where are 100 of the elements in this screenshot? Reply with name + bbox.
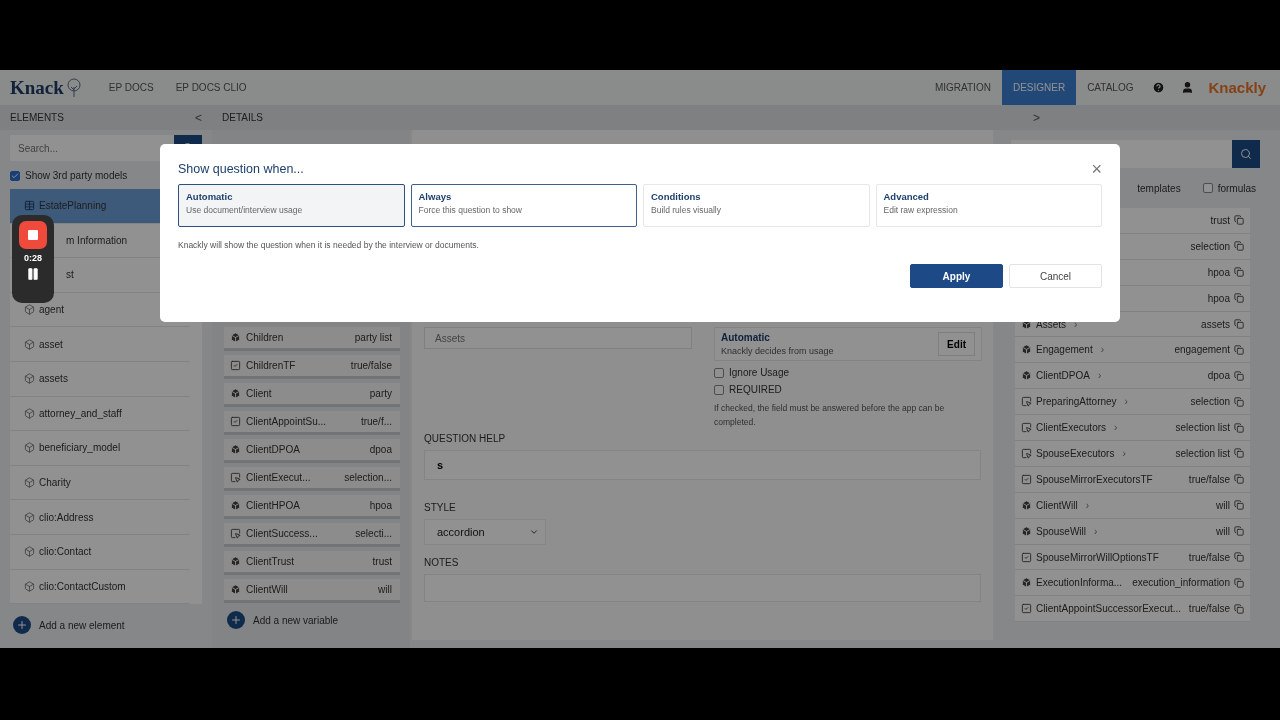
type-row[interactable]: SpouseMirrorExecutorsTF true/false xyxy=(1015,466,1250,493)
copy-icon[interactable] xyxy=(1234,552,1244,562)
type-row[interactable]: ClientWill › will xyxy=(1015,492,1250,519)
type-row[interactable]: SpouseWill › will xyxy=(1015,518,1250,545)
collapse-button[interactable]: < xyxy=(195,110,202,125)
copy-icon[interactable] xyxy=(1234,241,1244,252)
filter-checkbox[interactable]: formulas xyxy=(1202,182,1256,194)
option-card[interactable]: Conditions Build rules visually xyxy=(643,184,870,227)
nav-tab[interactable]: CATALOG xyxy=(1076,70,1145,105)
stop-button[interactable] xyxy=(19,221,47,249)
nav-tab[interactable]: DESIGNER xyxy=(1001,70,1077,105)
checkbox-icon xyxy=(230,360,241,371)
element-item[interactable]: attorney_and_staff xyxy=(10,396,190,432)
expand-button[interactable]: > xyxy=(1032,110,1040,125)
cube-icon xyxy=(1021,499,1032,511)
variable-row[interactable]: ClientHPOA hpoa xyxy=(224,495,400,519)
type-row[interactable]: ClientAppointSuccessorExecut... true/false xyxy=(1015,596,1250,623)
copy-icon[interactable] xyxy=(1234,422,1244,433)
element-item[interactable]: Charity xyxy=(10,465,190,501)
tree-icon xyxy=(65,77,82,98)
add-icon[interactable] xyxy=(13,616,31,634)
copy-icon[interactable] xyxy=(1234,215,1244,226)
variable-row[interactable]: ClientWill will xyxy=(224,579,400,603)
copy-icon[interactable] xyxy=(1234,474,1244,485)
option-card[interactable]: Automatic Use document/interview usage xyxy=(178,184,405,227)
question-help-field[interactable]: s xyxy=(424,450,981,480)
selection-icon xyxy=(1021,447,1032,459)
option-card[interactable]: Always Force this question to show xyxy=(410,184,637,227)
chevron-down-icon xyxy=(529,527,539,537)
copy-icon[interactable] xyxy=(1234,370,1244,381)
type-row[interactable]: ClientDPOA › dpoa xyxy=(1015,363,1250,390)
selection-icon xyxy=(230,528,241,539)
element-item[interactable]: clio:Address xyxy=(10,500,190,535)
type-row[interactable]: Engagement › engagement xyxy=(1015,337,1250,364)
selection-icon xyxy=(1021,396,1032,408)
copy-icon[interactable] xyxy=(1234,448,1244,459)
variable-row[interactable]: ClientTrust trust xyxy=(224,551,400,575)
cube-icon xyxy=(230,388,241,399)
chevron-icon: › xyxy=(1100,344,1105,356)
dialog-title: Show question when... xyxy=(178,162,304,176)
copy-icon[interactable] xyxy=(1234,577,1244,588)
add-icon[interactable] xyxy=(227,611,245,629)
copy-icon[interactable] xyxy=(1234,396,1244,407)
option-card[interactable]: Advanced Edit raw expression xyxy=(875,184,1102,227)
apply-button[interactable]: Apply xyxy=(910,264,1003,288)
type-row[interactable]: SpouseMirrorWillOptionsTF true/false xyxy=(1015,544,1250,571)
variable-row[interactable]: ClientExecut... selection... xyxy=(224,467,400,491)
style-select[interactable]: accordion xyxy=(424,519,546,545)
copy-icon[interactable] xyxy=(1234,526,1244,537)
pause-button[interactable] xyxy=(26,267,40,281)
field-label: QUESTION HELP xyxy=(424,433,507,444)
checkbox-icon xyxy=(1021,551,1032,563)
chevron-icon: › xyxy=(1094,525,1098,537)
logo: Knack xyxy=(10,76,64,99)
cube-icon xyxy=(24,407,35,419)
show-when-title: Automatic xyxy=(721,332,771,343)
nav-tab[interactable]: MIGRATION xyxy=(923,70,1002,105)
add-variable-link[interactable]: Add a new variable xyxy=(253,614,339,626)
nav-link[interactable]: EP DOCS CLIO xyxy=(164,70,258,105)
copy-icon[interactable] xyxy=(1234,603,1244,614)
element-item[interactable]: beneficiary_model xyxy=(10,431,190,466)
copy-icon[interactable] xyxy=(1234,500,1244,511)
panel-title: DETAILS xyxy=(222,112,263,123)
element-item[interactable]: clio:ContactCustom xyxy=(10,569,190,605)
copy-icon[interactable] xyxy=(1234,267,1244,278)
chevron-icon: › xyxy=(1097,370,1102,382)
copy-icon[interactable] xyxy=(1234,319,1244,329)
type-row[interactable]: SpouseExecutors › selection list xyxy=(1015,441,1250,467)
copy-icon[interactable] xyxy=(1234,344,1244,355)
cube-icon xyxy=(24,373,35,385)
type-row[interactable]: ClientExecutors › selection list xyxy=(1015,415,1250,441)
panel-title: ELEMENTS xyxy=(10,112,64,123)
check-icon xyxy=(11,171,19,180)
type-row[interactable]: ExecutionInforma... execution_information xyxy=(1015,570,1250,597)
cube-icon xyxy=(1021,370,1032,382)
cube-icon xyxy=(230,556,241,567)
type-row[interactable]: PreparingAttorney › selection xyxy=(1015,389,1250,416)
search-button[interactable] xyxy=(1232,140,1260,168)
variable-row[interactable]: ClientSuccess... selecti... xyxy=(224,523,400,547)
element-item[interactable]: asset xyxy=(10,327,190,362)
variable-row[interactable]: ClientAppointSu... true/f... xyxy=(224,411,400,435)
variable-row[interactable]: ClientDPOA dpoa xyxy=(224,439,400,463)
search-field[interactable]: Search... xyxy=(10,135,174,161)
element-item[interactable]: assets xyxy=(10,361,190,397)
variable-row[interactable]: Client party xyxy=(224,383,400,407)
name-field[interactable]: Assets xyxy=(424,327,692,349)
variable-row[interactable]: ChildrenTF true/false xyxy=(224,355,400,379)
filter-label[interactable]: templates xyxy=(1137,182,1181,194)
chevron-icon: › xyxy=(1122,447,1126,459)
add-element-link[interactable]: Add a new element xyxy=(39,619,125,631)
edit-button[interactable]: Edit xyxy=(938,332,975,356)
variable-row[interactable]: Children party list xyxy=(224,327,400,351)
nav-link[interactable]: EP DOCS xyxy=(97,70,165,105)
checkbox-icon xyxy=(1021,603,1032,615)
cancel-button[interactable]: Cancel xyxy=(1009,264,1102,288)
element-item[interactable]: clio:Contact xyxy=(10,534,190,570)
checkbox[interactable]: REQUIRED xyxy=(714,384,982,395)
close-button[interactable]: × xyxy=(1091,160,1102,178)
checkbox[interactable]: Ignore Usage xyxy=(714,367,982,378)
copy-icon[interactable] xyxy=(1234,293,1244,304)
